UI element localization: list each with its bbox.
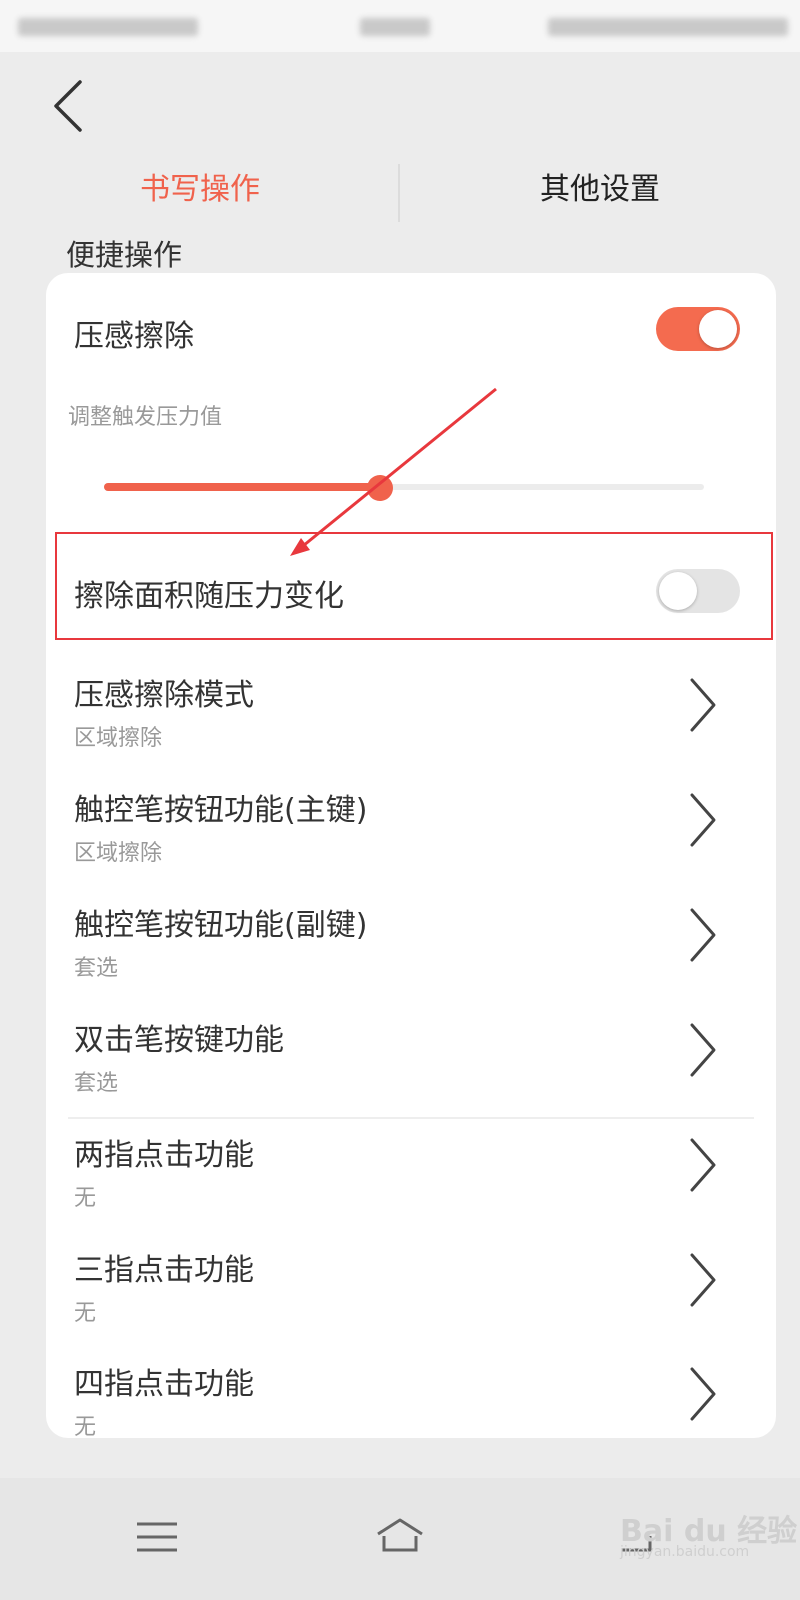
tab-bar: 书写操作 其他设置 bbox=[0, 158, 800, 222]
list-item-value: 区域擦除 bbox=[74, 841, 163, 866]
pressure-slider[interactable] bbox=[104, 475, 704, 501]
list-item-pressure-erase-mode[interactable]: 压感擦除模式 区域擦除 bbox=[46, 650, 776, 765]
list-item-title: 四指点击功能 bbox=[74, 1367, 254, 1402]
list-item-pen-secondary-button[interactable]: 触控笔按钮功能(副键) 套选 bbox=[46, 880, 776, 995]
chevron-right-icon bbox=[690, 1253, 716, 1307]
chevron-left-icon bbox=[54, 80, 82, 132]
list-item-four-finger-tap[interactable]: 四指点击功能 无 bbox=[46, 1339, 776, 1438]
toggle-knob bbox=[699, 310, 737, 348]
back-button[interactable] bbox=[48, 78, 98, 134]
chevron-right-icon bbox=[690, 678, 716, 732]
list-item-double-tap-pen-button[interactable]: 双击笔按键功能 套选 bbox=[46, 995, 776, 1110]
annotation-highlight-box bbox=[55, 532, 773, 640]
list-item-title: 两指点击功能 bbox=[74, 1138, 254, 1173]
chevron-right-icon bbox=[690, 1138, 716, 1192]
watermark: Bai du 经验 jingyan.baidu.com bbox=[620, 1506, 797, 1560]
pressure-erase-label: 压感擦除 bbox=[74, 319, 194, 354]
menu-icon[interactable] bbox=[127, 1506, 187, 1566]
list-item-three-finger-tap[interactable]: 三指点击功能 无 bbox=[46, 1225, 776, 1340]
pressure-hint: 调整触发压力值 bbox=[68, 405, 223, 430]
list-item-value: 无 bbox=[74, 1415, 97, 1438]
list-item-title: 双击笔按键功能 bbox=[74, 1023, 284, 1058]
slider-thumb[interactable] bbox=[367, 475, 393, 501]
tab-writing-operations[interactable]: 书写操作 bbox=[0, 158, 400, 222]
pressure-erase-toggle[interactable] bbox=[656, 307, 740, 351]
list-item-value: 区域擦除 bbox=[74, 726, 163, 751]
list-item-pen-primary-button[interactable]: 触控笔按钮功能(主键) 区域擦除 bbox=[46, 765, 776, 880]
list-item-two-finger-tap[interactable]: 两指点击功能 无 bbox=[46, 1110, 776, 1225]
tab-other-settings[interactable]: 其他设置 bbox=[400, 158, 800, 222]
home-icon[interactable] bbox=[370, 1506, 430, 1566]
list-item-title: 触控笔按钮功能(主键) bbox=[74, 793, 368, 828]
status-bar bbox=[0, 0, 800, 52]
list-item-title: 压感擦除模式 bbox=[74, 678, 254, 713]
list-item-value: 无 bbox=[74, 1301, 97, 1326]
slider-fill bbox=[104, 483, 380, 491]
settings-card: 压感擦除 调整触发压力值 擦除面积随压力变化 压感擦除模式 区域擦除 触控笔按钮… bbox=[46, 273, 776, 1438]
list-item-title: 三指点击功能 bbox=[74, 1253, 254, 1288]
chevron-right-icon bbox=[690, 908, 716, 962]
list-item-value: 套选 bbox=[74, 956, 119, 981]
watermark-url: jingyan.baidu.com bbox=[620, 1544, 750, 1560]
list-item-value: 套选 bbox=[74, 1071, 119, 1096]
chevron-right-icon bbox=[690, 793, 716, 847]
list-item-value: 无 bbox=[74, 1186, 97, 1211]
list-item-title: 触控笔按钮功能(副键) bbox=[74, 908, 368, 943]
chevron-right-icon bbox=[690, 1023, 716, 1077]
section-title: 便捷操作 bbox=[66, 238, 183, 272]
chevron-right-icon bbox=[690, 1367, 716, 1421]
